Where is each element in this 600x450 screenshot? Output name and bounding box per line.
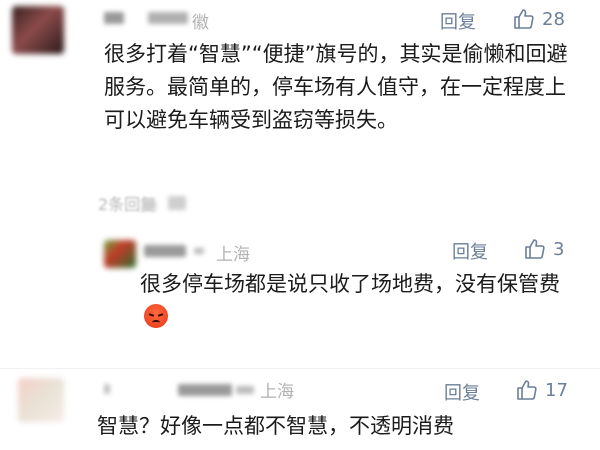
username-blurred[interactable] bbox=[104, 384, 110, 394]
avatar[interactable] bbox=[104, 240, 136, 268]
like-count: 17 bbox=[545, 379, 568, 401]
angry-face-icon bbox=[144, 304, 168, 328]
blur-mark bbox=[168, 196, 186, 210]
reply-thread-divider bbox=[96, 225, 99, 355]
reply-text: 很多停车场都是说只收了场地费，没有保管费 bbox=[140, 268, 560, 334]
thumbs-up-icon bbox=[517, 380, 537, 400]
comment-text: 智慧？好像一点都不智慧，不透明消费 bbox=[97, 414, 454, 438]
comment-text: 很多打着“智慧”“便捷”旗号的，其实是偷懒和回避服务。最简单的，停车场有人值守，… bbox=[104, 42, 568, 132]
username-blurred[interactable] bbox=[194, 248, 204, 254]
comment-location: 上海 bbox=[260, 382, 294, 402]
blur-mark bbox=[142, 200, 156, 210]
thumbs-up-icon bbox=[525, 239, 545, 259]
reply-button[interactable]: 回复 bbox=[452, 238, 488, 264]
reply-location: 上海 bbox=[216, 245, 250, 265]
username-blurred[interactable] bbox=[236, 386, 254, 394]
username-blurred[interactable] bbox=[178, 384, 232, 396]
username-blurred[interactable] bbox=[144, 245, 186, 257]
reply-text-content: 很多停车场都是说只收了场地费，没有保管费 bbox=[140, 272, 560, 296]
reply-button[interactable]: 回复 bbox=[440, 8, 476, 34]
like-count: 3 bbox=[553, 238, 565, 260]
like-count: 28 bbox=[542, 8, 565, 30]
username-blurred[interactable] bbox=[104, 12, 124, 24]
comment-divider bbox=[0, 368, 600, 369]
username-blurred[interactable] bbox=[148, 12, 188, 24]
like-button[interactable]: 3 bbox=[523, 237, 564, 261]
comment-location: 徽 bbox=[192, 13, 209, 33]
avatar[interactable] bbox=[18, 378, 64, 422]
like-button[interactable]: 17 bbox=[515, 378, 568, 402]
reply-button[interactable]: 回复 bbox=[444, 379, 480, 405]
thumbs-up-icon bbox=[514, 9, 534, 29]
like-button[interactable]: 28 bbox=[512, 7, 565, 31]
avatar[interactable] bbox=[12, 6, 64, 54]
